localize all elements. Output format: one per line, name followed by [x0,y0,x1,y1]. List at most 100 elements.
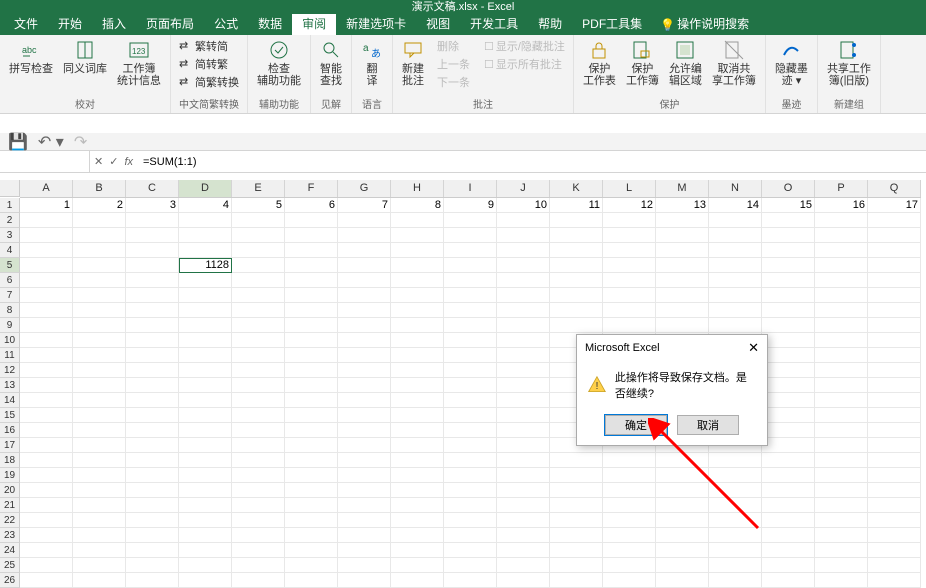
cell-A22[interactable] [20,513,73,528]
cell-M20[interactable] [656,483,709,498]
row-header-4[interactable]: 4 [0,243,20,258]
cell-H11[interactable] [391,348,444,363]
col-header-L[interactable]: L [603,180,656,197]
cell-M24[interactable] [656,543,709,558]
cell-I23[interactable] [444,528,497,543]
cell-A15[interactable] [20,408,73,423]
cell-J16[interactable] [497,423,550,438]
redo-icon[interactable]: ↷ [74,132,87,152]
cell-M4[interactable] [656,243,709,258]
cell-H3[interactable] [391,228,444,243]
cell-G10[interactable] [338,333,391,348]
cell-O13[interactable] [762,378,815,393]
ribbon-保护工作簿[interactable]: 保护 工作簿 [621,37,664,89]
cell-I12[interactable] [444,363,497,378]
row-header-17[interactable]: 17 [0,438,20,453]
cell-C12[interactable] [126,363,179,378]
cell-P19[interactable] [815,468,868,483]
cell-A1[interactable]: 1 [20,198,73,213]
cell-F9[interactable] [285,318,338,333]
cell-C1[interactable]: 3 [126,198,179,213]
row-header-14[interactable]: 14 [0,393,20,408]
cell-M5[interactable] [656,258,709,273]
cell-F6[interactable] [285,273,338,288]
cell-G8[interactable] [338,303,391,318]
col-header-G[interactable]: G [338,180,391,197]
cell-N25[interactable] [709,558,762,573]
row-header-20[interactable]: 20 [0,483,20,498]
cell-H18[interactable] [391,453,444,468]
cell-E14[interactable] [232,393,285,408]
cell-D9[interactable] [179,318,232,333]
cell-O12[interactable] [762,363,815,378]
cell-F19[interactable] [285,468,338,483]
cell-Q23[interactable] [868,528,921,543]
cell-A24[interactable] [20,543,73,558]
cell-I21[interactable] [444,498,497,513]
cell-D13[interactable] [179,378,232,393]
cell-Q19[interactable] [868,468,921,483]
ribbon-简繁转换[interactable]: ⇄简繁转换 [175,73,243,91]
ribbon-共享工作簿(旧版)[interactable]: 共享工作 簿(旧版) [822,37,876,89]
cell-A3[interactable] [20,228,73,243]
cell-F15[interactable] [285,408,338,423]
cell-D3[interactable] [179,228,232,243]
cell-E24[interactable] [232,543,285,558]
cell-K5[interactable] [550,258,603,273]
cell-K4[interactable] [550,243,603,258]
ribbon-取消共享工作簿[interactable]: 取消共 享工作簿 [707,37,761,89]
cell-O25[interactable] [762,558,815,573]
menu-审阅[interactable]: 审阅 [292,14,336,35]
cell-B14[interactable] [73,393,126,408]
row-header-2[interactable]: 2 [0,213,20,228]
cell-C13[interactable] [126,378,179,393]
cell-B6[interactable] [73,273,126,288]
cell-I17[interactable] [444,438,497,453]
cell-P10[interactable] [815,333,868,348]
save-icon[interactable]: 💾 [8,132,28,152]
menu-文件[interactable]: 文件 [4,14,48,35]
cell-K9[interactable] [550,318,603,333]
cell-F8[interactable] [285,303,338,318]
cell-Q2[interactable] [868,213,921,228]
cell-O8[interactable] [762,303,815,318]
cell-C23[interactable] [126,528,179,543]
cell-B2[interactable] [73,213,126,228]
cell-D14[interactable] [179,393,232,408]
cell-E3[interactable] [232,228,285,243]
cell-Q21[interactable] [868,498,921,513]
cell-M18[interactable] [656,453,709,468]
cell-C15[interactable] [126,408,179,423]
cell-D23[interactable] [179,528,232,543]
cell-H15[interactable] [391,408,444,423]
row-header-25[interactable]: 25 [0,558,20,573]
cell-B19[interactable] [73,468,126,483]
cell-E2[interactable] [232,213,285,228]
cell-D18[interactable] [179,453,232,468]
cell-J17[interactable] [497,438,550,453]
cell-C5[interactable] [126,258,179,273]
col-header-J[interactable]: J [497,180,550,197]
cell-J10[interactable] [497,333,550,348]
cell-I10[interactable] [444,333,497,348]
cell-G13[interactable] [338,378,391,393]
cell-I26[interactable] [444,573,497,588]
col-header-P[interactable]: P [815,180,868,197]
cell-C7[interactable] [126,288,179,303]
cell-P2[interactable] [815,213,868,228]
ribbon-同义词库[interactable]: 同义词库 [58,37,112,89]
cell-E21[interactable] [232,498,285,513]
cell-P17[interactable] [815,438,868,453]
row-header-1[interactable]: 1 [0,198,20,213]
cell-G21[interactable] [338,498,391,513]
cell-F3[interactable] [285,228,338,243]
cell-P9[interactable] [815,318,868,333]
cell-D26[interactable] [179,573,232,588]
cell-H21[interactable] [391,498,444,513]
cell-F25[interactable] [285,558,338,573]
cell-E6[interactable] [232,273,285,288]
cell-K24[interactable] [550,543,603,558]
cell-L9[interactable] [603,318,656,333]
cell-B26[interactable] [73,573,126,588]
cell-E13[interactable] [232,378,285,393]
